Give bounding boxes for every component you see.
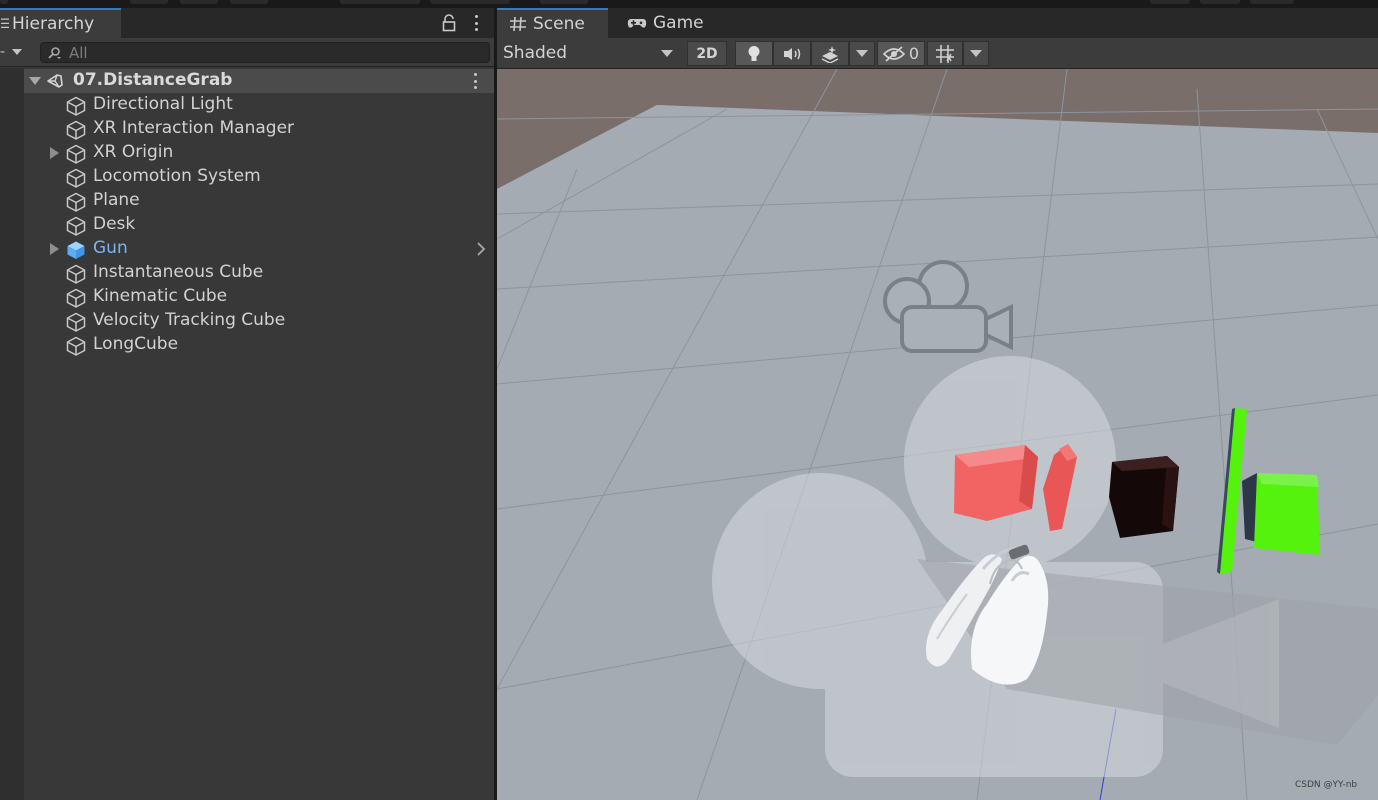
hierarchy-tree: 07.DistanceGrab Directional Light XR Inte… [0, 68, 494, 800]
hierarchy-item[interactable]: Directional Light [24, 93, 494, 117]
scene-3d-canvas[interactable] [497, 69, 1378, 800]
layers-effects-icon [821, 45, 839, 63]
hierarchy-item[interactable]: Velocity Tracking Cube [24, 309, 494, 333]
hierarchy-tab-bar: ☰ Hierarchy [0, 8, 494, 38]
gameobject-cube-icon [66, 96, 86, 116]
hamburger-icon: ☰ [0, 16, 9, 32]
grid-icon [936, 44, 954, 63]
grid-snap-button[interactable] [927, 41, 963, 66]
plus-icon: - [0, 44, 6, 60]
draw-mode-label: Shaded [503, 43, 568, 63]
tab-scene-label: Scene [533, 14, 585, 34]
hierarchy-item[interactable]: Locomotion System [24, 165, 494, 189]
chevron-down-icon [12, 49, 23, 55]
create-dropdown-button[interactable]: - [0, 44, 26, 60]
hierarchy-item-label: XR Interaction Manager [93, 118, 295, 138]
scene-viewport[interactable]: CSDN @YY-nb [497, 69, 1378, 800]
chevron-right-icon[interactable] [476, 242, 486, 256]
gameobject-cube-icon [66, 264, 86, 284]
scene-name: 07.DistanceGrab [73, 70, 233, 90]
hierarchy-item[interactable]: LongCube [24, 333, 494, 357]
hierarchy-search-field [40, 42, 490, 63]
toggle-2d-label: 2D [696, 45, 718, 62]
gameobject-cube-icon [66, 216, 86, 236]
audio-toggle-button[interactable] [773, 41, 811, 66]
prefab-cube-icon [66, 240, 86, 260]
hierarchy-item-label: LongCube [93, 334, 179, 354]
gameobject-cube-icon [66, 288, 86, 308]
lock-icon[interactable] [441, 14, 457, 32]
hierarchy-item[interactable]: Desk [24, 213, 494, 237]
gameobject-cube-icon [66, 312, 86, 332]
chevron-down-icon [970, 50, 982, 57]
scene-toolbar: Shaded 2D 0 [497, 38, 1378, 69]
hierarchy-panel: ☰ Hierarchy - All 07.DistanceGrab Direct… [0, 8, 494, 800]
hierarchy-item-label: Directional Light [93, 94, 233, 114]
grid-menu-button[interactable] [963, 41, 989, 66]
gameobject-cube-icon [66, 168, 86, 188]
hierarchy-item-label: Desk [93, 214, 136, 234]
hierarchy-item-label: Velocity Tracking Cube [93, 310, 286, 330]
toggle-2d-button[interactable]: 2D [687, 41, 727, 66]
hierarchy-item[interactable]: Gun [24, 237, 494, 261]
tab-hierarchy-label: Hierarchy [12, 14, 95, 34]
tab-options-icon[interactable] [469, 13, 483, 33]
effects-toggle-button[interactable] [811, 41, 849, 66]
green-cube[interactable] [1254, 473, 1320, 555]
tab-scene[interactable]: Scene [497, 8, 608, 38]
hierarchy-item[interactable]: XR Origin [24, 141, 494, 165]
hidden-object-count: 0 [908, 44, 920, 63]
scene-visibility-button[interactable]: 0 [877, 41, 925, 66]
gameobject-cube-icon [66, 192, 86, 212]
fold-toggle-icon[interactable] [29, 77, 41, 85]
scene-options-icon[interactable] [474, 73, 478, 89]
expand-arrow-icon[interactable] [50, 243, 59, 255]
hierarchy-item-label: Plane [93, 190, 140, 210]
effects-menu-button[interactable] [849, 41, 875, 66]
chevron-down-icon [856, 50, 868, 57]
speaker-icon [784, 47, 801, 60]
hierarchy-item-label: Gun [93, 238, 128, 258]
light-bulb-icon [748, 45, 760, 61]
hierarchy-search-input[interactable] [69, 43, 469, 62]
eye-slash-icon [882, 45, 905, 62]
scene-view-panel: Scene Game Shaded 2D 0 CSDN @YY-nb [497, 8, 1378, 800]
hierarchy-gutter [0, 68, 24, 800]
search-icon[interactable] [47, 46, 61, 60]
red-cube[interactable] [954, 445, 1038, 521]
scene-root-row[interactable]: 07.DistanceGrab [24, 69, 494, 93]
editor-top-strip [0, 0, 1378, 8]
dark-cube[interactable] [1109, 456, 1179, 538]
hierarchy-item-label: XR Origin [93, 142, 174, 162]
tab-game-label: Game [653, 13, 704, 33]
gameobject-cube-icon [66, 336, 86, 356]
hierarchy-item[interactable]: Kinematic Cube [24, 285, 494, 309]
chevron-down-icon [661, 50, 673, 57]
hierarchy-item-label: Kinematic Cube [93, 286, 228, 306]
gamepad-icon [627, 19, 647, 28]
hierarchy-item-label: Instantaneous Cube [93, 262, 264, 282]
unity-logo-icon [47, 74, 63, 88]
hierarchy-item-label: Locomotion System [93, 166, 261, 186]
hierarchy-item[interactable]: XR Interaction Manager [24, 117, 494, 141]
gameobject-cube-icon [66, 144, 86, 164]
gameobject-cube-icon [66, 120, 86, 140]
hierarchy-item[interactable]: Instantaneous Cube [24, 261, 494, 285]
tab-hierarchy[interactable]: ☰ Hierarchy [0, 8, 121, 38]
tab-game[interactable]: Game [625, 8, 725, 38]
grid-hash-icon [510, 16, 526, 32]
expand-arrow-icon[interactable] [50, 147, 59, 159]
hierarchy-toolbar: - [0, 38, 494, 67]
draw-mode-dropdown[interactable]: Shaded [497, 40, 679, 66]
hierarchy-item[interactable]: Plane [24, 189, 494, 213]
watermark-text: CSDN @YY-nb [1295, 780, 1358, 790]
scene-tab-bar: Scene Game [497, 8, 1378, 38]
lighting-toggle-button[interactable] [735, 41, 773, 66]
